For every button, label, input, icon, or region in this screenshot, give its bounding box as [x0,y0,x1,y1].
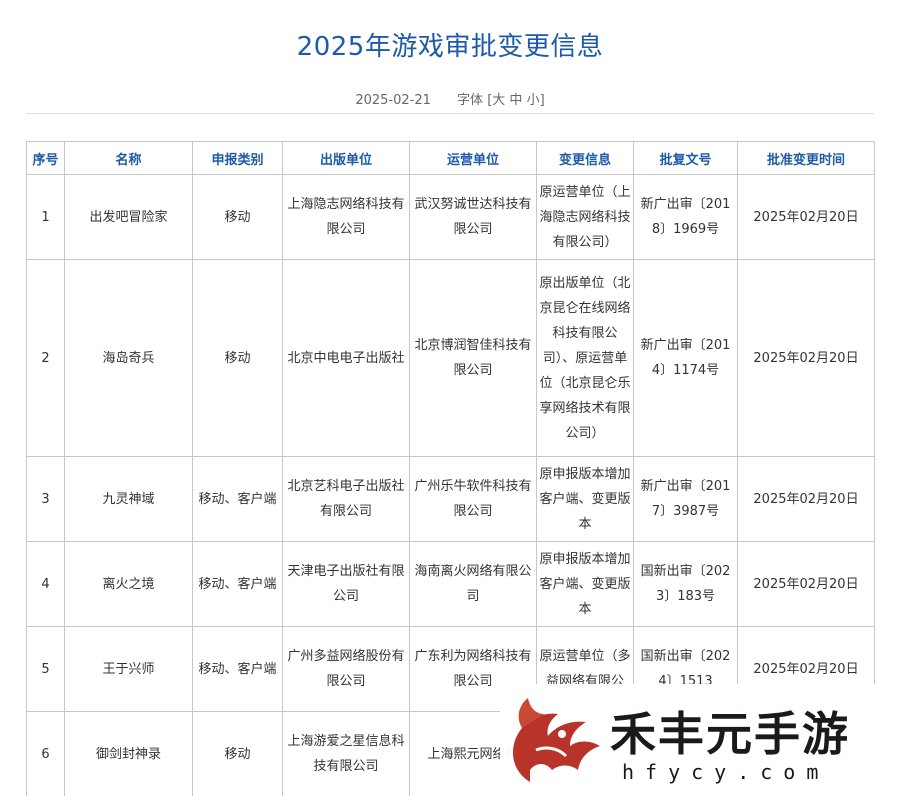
cell-publisher: 北京艺科电子出版社有限公司 [282,456,410,542]
cell-approval-time: 2025年02月20日 [737,456,875,542]
table-row: 4 离火之境 移动、客户端 天津电子出版社有限公司 海南离火网络有限公司 原申报… [26,541,875,627]
header-approval-time: 批准变更时间 [737,141,875,175]
font-medium-button[interactable]: 中 [509,93,522,108]
cell-change-info: 原出版单位（北京昆仑在线网络科技有限公司）、原运营单位（北京昆仑乐享网络技术有限… [536,259,634,457]
cell-category: 移动、客户端 [192,626,283,712]
cell-name: 御剑封神录 [64,711,193,796]
cell-publisher: 上海游爱之星信息科技有限公司 [282,711,410,796]
watermark-domain: hfycy.com [622,760,830,784]
cell-operator: 广州乐牛软件科技有限公司 [409,456,537,542]
cell-approval-no: 新广出审〔2014〕1174号 [633,259,738,457]
cell-approval-no: 新广出审〔2018〕1969号 [633,174,738,260]
table-row: 1 出发吧冒险家 移动 上海隐志网络科技有限公司 武汉努诚世达科技有限公司 原运… [26,174,875,260]
cell-publisher: 上海隐志网络科技有限公司 [282,174,410,260]
font-large-button[interactable]: 大 [492,93,505,108]
cell-index: 3 [26,456,65,542]
cell-change-info: 原申报版本增加客户端、变更版本 [536,541,634,627]
header-name: 名称 [64,141,193,175]
cell-approval-no: 新广出审〔2017〕3987号 [633,456,738,542]
cell-operator: 武汉努诚世达科技有限公司 [409,174,537,260]
cell-name: 王于兴师 [64,626,193,712]
cell-category: 移动 [192,174,283,260]
page-title: 2025年游戏审批变更信息 [296,32,604,62]
publish-date: 2025-02-21 [355,93,431,108]
font-bracket-close: ] [539,93,545,108]
header-publisher: 出版单位 [282,141,410,175]
cell-index: 1 [26,174,65,260]
cell-category: 移动、客户端 [192,541,283,627]
table-row: 3 九灵神域 移动、客户端 北京艺科电子出版社有限公司 广州乐牛软件科技有限公司… [26,456,875,542]
cell-index: 4 [26,541,65,627]
cell-approval-time: 2025年02月20日 [737,174,875,260]
cell-index: 5 [26,626,65,712]
cell-change-info: 原运营单位（上海隐志网络科技有限公司） [536,174,634,260]
header-approval-no: 批复文号 [633,141,738,175]
cell-publisher: 广州多益网络股份有限公司 [282,626,410,712]
header-operator: 运营单位 [409,141,537,175]
cell-publisher: 天津电子出版社有限公司 [282,541,410,627]
header-index: 序号 [26,141,65,175]
site-watermark: 禾丰元手游 hfycy.com [500,684,900,796]
cell-publisher: 北京中电电子出版社 [282,259,410,457]
font-size-control: 字体 [大 中 小] [457,93,545,108]
table-header-row: 序号 名称 申报类别 出版单位 运营单位 变更信息 批复文号 批准变更时间 [26,141,875,175]
header-change-info: 变更信息 [536,141,634,175]
cell-category: 移动 [192,711,283,796]
cell-approval-time: 2025年02月20日 [737,541,875,627]
cell-approval-no: 国新出审〔2023〕183号 [633,541,738,627]
cell-approval-time: 2025年02月20日 [737,259,875,457]
cell-name: 出发吧冒险家 [64,174,193,260]
cell-operator: 北京博润智佳科技有限公司 [409,259,537,457]
dragon-logo-icon [512,698,600,782]
divider [26,113,874,114]
header-category: 申报类别 [192,141,283,175]
cell-index: 6 [26,711,65,796]
cell-change-info: 原申报版本增加客户端、变更版本 [536,456,634,542]
cell-operator: 海南离火网络有限公司 [409,541,537,627]
cell-category: 移动、客户端 [192,456,283,542]
font-small-button[interactable]: 小 [527,93,540,108]
cell-name: 九灵神域 [64,456,193,542]
cell-name: 海岛奇兵 [64,259,193,457]
page: 2025年游戏审批变更信息 2025-02-21 字体 [大 中 小] 序号 名… [0,0,900,796]
table-row: 2 海岛奇兵 移动 北京中电电子出版社 北京博润智佳科技有限公司 原出版单位（北… [26,259,875,457]
watermark-brand: 禾丰元手游 [610,707,850,761]
font-size-label: 字体 [457,93,484,108]
cell-name: 离火之境 [64,541,193,627]
cell-category: 移动 [192,259,283,457]
cell-index: 2 [26,259,65,457]
article-meta: 2025-02-21 字体 [大 中 小] [0,89,900,108]
